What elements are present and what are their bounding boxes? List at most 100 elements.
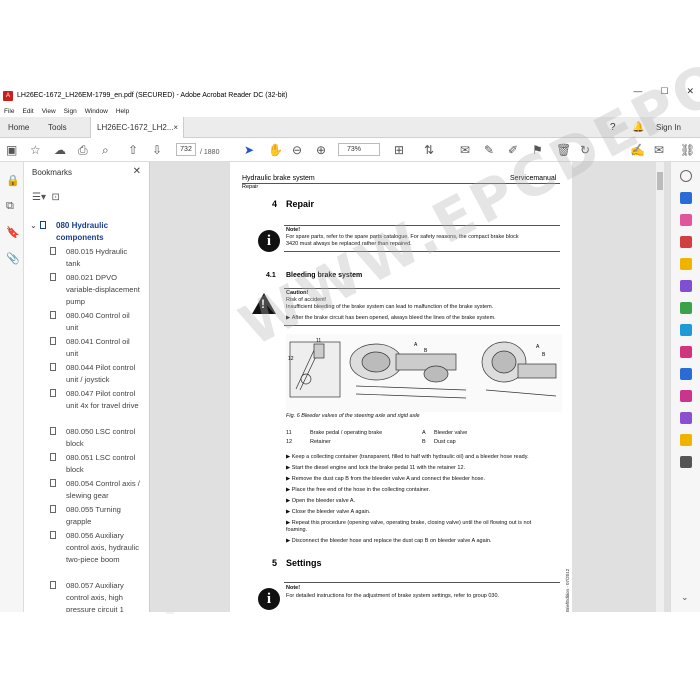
scroll-mode-icon[interactable]: ⇅: [424, 143, 434, 157]
bookmark-item[interactable]: 080.056 Auxiliary control axis, hydrauli…: [50, 530, 140, 566]
bookmarks-panel-icon[interactable]: 🔖: [6, 226, 20, 239]
bookmark-item[interactable]: 080.015 Hydraulic tank: [50, 246, 140, 270]
scan-ocr-icon[interactable]: [680, 324, 692, 336]
tab-document[interactable]: LH26EC-1672_LH2... ×: [90, 117, 184, 138]
bookmark-group-label: 080 Hydraulic components: [56, 221, 109, 242]
create-pdf-icon[interactable]: [680, 214, 692, 226]
side-code: BriefEdition · 07/2012: [565, 568, 570, 612]
share-link-icon[interactable]: ⛓: [680, 143, 695, 157]
tab-home[interactable]: Home: [2, 117, 35, 138]
page-number-input[interactable]: 732: [176, 143, 196, 156]
section-5-title: Settings: [286, 558, 322, 568]
protect-icon[interactable]: [680, 368, 692, 380]
close-icon[interactable]: ✕: [133, 166, 141, 177]
hand-tool-icon[interactable]: ✋: [268, 143, 283, 157]
zoom-level-select[interactable]: 73%: [338, 143, 380, 156]
figure-illustration: 1112 AB AB: [288, 338, 557, 399]
comment-tool-icon[interactable]: [680, 258, 692, 270]
page-header-title: Hydraulic brake system: [242, 175, 315, 182]
bookmark-item[interactable]: 080.047 Pilot control unit 4x for travel…: [50, 388, 140, 412]
right-tools-rail: ⌄: [670, 162, 700, 612]
menu-edit[interactable]: Edit: [22, 108, 33, 115]
step-item: ▶ Repeat this procedure (opening valve, …: [286, 520, 532, 533]
bookmark-icon: [50, 389, 56, 397]
bookmark-list: ⌄ 080 Hydraulic components 080.015 Hydra…: [24, 214, 144, 612]
svg-text:11: 11: [316, 338, 321, 344]
highlight-pen-icon[interactable]: ✎: [484, 143, 494, 157]
page-total: / 1880: [200, 149, 220, 156]
attachments-icon[interactable]: 📎: [6, 252, 20, 265]
legend-num: 11: [286, 430, 292, 436]
legend-desc: Dust cap: [434, 439, 456, 445]
zoom-out-icon[interactable]: ⊖: [292, 143, 302, 157]
fit-page-icon[interactable]: ⊞: [394, 143, 404, 157]
menu-view[interactable]: View: [42, 108, 56, 115]
select-cursor-icon[interactable]: ➤: [244, 143, 254, 157]
bookmark-item[interactable]: 080.044 Pilot control unit / joystick: [50, 362, 140, 386]
next-page-icon[interactable]: ⇩: [152, 143, 162, 157]
chevron-down-icon[interactable]: ⌄: [30, 220, 37, 232]
bookmark-icon: [40, 221, 46, 229]
organize-pages-icon[interactable]: [680, 302, 692, 314]
bookmark-item[interactable]: 080.021 DPVO variable-displacement pump: [50, 272, 140, 308]
upload-cloud-icon[interactable]: ☁: [54, 143, 66, 157]
bookmark-icon: [50, 581, 56, 589]
svg-text:B: B: [542, 352, 546, 358]
export-pdf-icon[interactable]: [680, 192, 692, 204]
svg-text:A: A: [414, 342, 418, 348]
info-icon: i: [258, 588, 280, 610]
note2-title: Note!: [286, 585, 301, 591]
tab-tools[interactable]: Tools: [42, 117, 73, 138]
prev-page-icon[interactable]: ⇧: [128, 143, 138, 157]
legend-label: Brake pedal / operating brake: [310, 430, 383, 436]
title-bar: A LH26EC-1672_LH26EM-1799_en.pdf (SECURE…: [0, 86, 700, 105]
tab-close-button[interactable]: ×: [173, 117, 178, 138]
document-scrollbar[interactable]: [656, 162, 664, 612]
print-icon[interactable]: ⎙: [78, 143, 88, 157]
bookmark-item[interactable]: 080.050 LSC control block: [50, 426, 140, 450]
prepare-form-icon[interactable]: [680, 390, 692, 402]
menu-file[interactable]: File: [4, 108, 14, 115]
bookmark-star-icon[interactable]: ☆: [30, 143, 41, 157]
step-item: ▶ Open the bleeder valve A.: [286, 498, 356, 504]
chevron-down-icon[interactable]: ⌄: [681, 592, 689, 603]
document-scroll-thumb[interactable]: [657, 172, 663, 190]
request-signature-icon[interactable]: [680, 412, 692, 424]
step-item: ▶ Keep a collecting container (transpare…: [286, 454, 529, 460]
pdf-app-icon: A: [3, 90, 13, 101]
figure-bleeder-valves: 11 12 AB AB: [286, 334, 562, 412]
bookmark-icon: [50, 311, 56, 319]
fill-sign-tool-icon[interactable]: [680, 346, 692, 358]
svg-text:12: 12: [288, 356, 294, 362]
bookmark-group-080[interactable]: ⌄ 080 Hydraulic components: [30, 220, 140, 244]
search-icon[interactable]: [680, 170, 692, 182]
section-4-title: Repair: [286, 199, 315, 209]
section-5-number: 5: [272, 558, 278, 568]
bookmark-item[interactable]: 080.040 Control oil unit: [50, 310, 140, 334]
bookmark-item[interactable]: 080.057 Auxiliary control axis, high pre…: [50, 580, 140, 612]
bookmark-icon: [50, 531, 56, 539]
bookmark-item[interactable]: 080.055 Turning grapple: [50, 504, 140, 528]
menu-sign[interactable]: Sign: [64, 108, 77, 115]
save-icon[interactable]: ▣: [6, 143, 17, 157]
bookmark-item[interactable]: 080.041 Control oil unit: [50, 336, 140, 360]
document-viewport: Hydraulic brake system Repair Serviceman…: [150, 0, 700, 612]
bookmark-options-icon[interactable]: ☰▾ ⊡: [32, 192, 60, 203]
bookmark-icon: [50, 273, 56, 281]
legend-num: 12: [286, 439, 293, 445]
zoom-in-icon[interactable]: ⊕: [316, 143, 326, 157]
send-track-icon[interactable]: [680, 434, 692, 446]
bookmarks-panel: Bookmarks ✕ ☰▾ ⊡ ⌄ 080 Hydraulic compone…: [24, 162, 174, 614]
comment-icon[interactable]: ✉: [460, 143, 470, 157]
menu-window[interactable]: Window: [85, 108, 108, 115]
info-icon: i: [258, 230, 280, 252]
combine-files-icon[interactable]: [680, 280, 692, 292]
menu-help[interactable]: Help: [116, 108, 129, 115]
more-tools-icon[interactable]: [680, 456, 692, 468]
bookmark-item[interactable]: 080.054 Control axis / slewing gear: [50, 478, 140, 502]
bookmark-item[interactable]: 080.051 LSC control block: [50, 452, 140, 476]
step-item: ▶ Disconnect the bleeder hose and replac…: [286, 538, 492, 544]
zoom-search-icon[interactable]: ⌕: [102, 143, 109, 157]
create-pdf-red-icon[interactable]: [680, 236, 692, 248]
page-thumbnails-icon[interactable]: ⧉: [6, 200, 14, 213]
